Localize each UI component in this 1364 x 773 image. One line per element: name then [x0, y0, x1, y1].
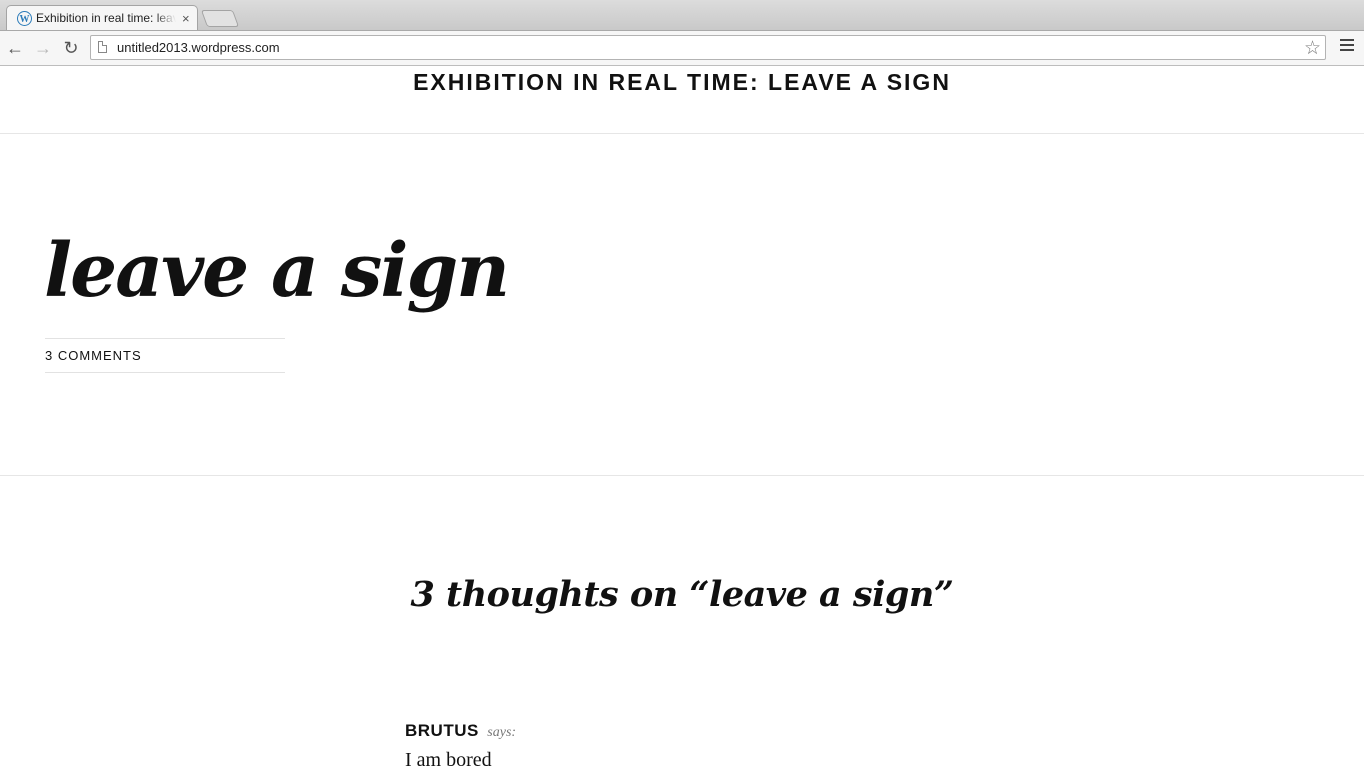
- tab-title: Exhibition in real time: leave a sign: [36, 11, 176, 25]
- page-icon: [98, 41, 107, 53]
- url-text[interactable]: untitled2013.wordpress.com: [117, 40, 280, 55]
- new-tab-button[interactable]: [200, 10, 240, 27]
- reload-icon[interactable]: ↻: [60, 37, 82, 59]
- tab-strip: W Exhibition in real time: leave a sign …: [0, 0, 1364, 31]
- browser-toolbar: ← → ↻ untitled2013.wordpress.com ☆: [0, 31, 1364, 66]
- tab-close-icon[interactable]: ×: [182, 11, 190, 26]
- post-meta: 3 COMMENTS: [45, 338, 285, 373]
- site-title[interactable]: EXHIBITION IN REAL TIME: LEAVE A SIGN: [0, 68, 1364, 96]
- back-icon[interactable]: ←: [4, 37, 26, 59]
- forward-icon[interactable]: →: [32, 37, 54, 59]
- comments-link[interactable]: 3 COMMENTS: [45, 348, 142, 363]
- comments-title: 3 thoughts on “leave a sign”: [410, 574, 954, 615]
- site-header: EXHIBITION IN REAL TIME: LEAVE A SIGN: [0, 66, 1364, 134]
- wordpress-icon: W: [17, 10, 32, 26]
- comment: BRUTUS says: I am bored: [405, 719, 965, 773]
- address-bar[interactable]: untitled2013.wordpress.com ☆: [90, 35, 1326, 60]
- browser-tab[interactable]: W Exhibition in real time: leave a sign …: [6, 5, 198, 30]
- star-icon[interactable]: ☆: [1304, 37, 1321, 60]
- post-header: leave a sign 3 COMMENTS: [0, 134, 1364, 476]
- comment-says: says:: [487, 725, 517, 740]
- post-title: leave a sign: [44, 228, 510, 314]
- comment-text: I am bored: [405, 749, 492, 771]
- menu-icon[interactable]: [1340, 39, 1354, 54]
- comment-author: BRUTUS: [405, 721, 479, 740]
